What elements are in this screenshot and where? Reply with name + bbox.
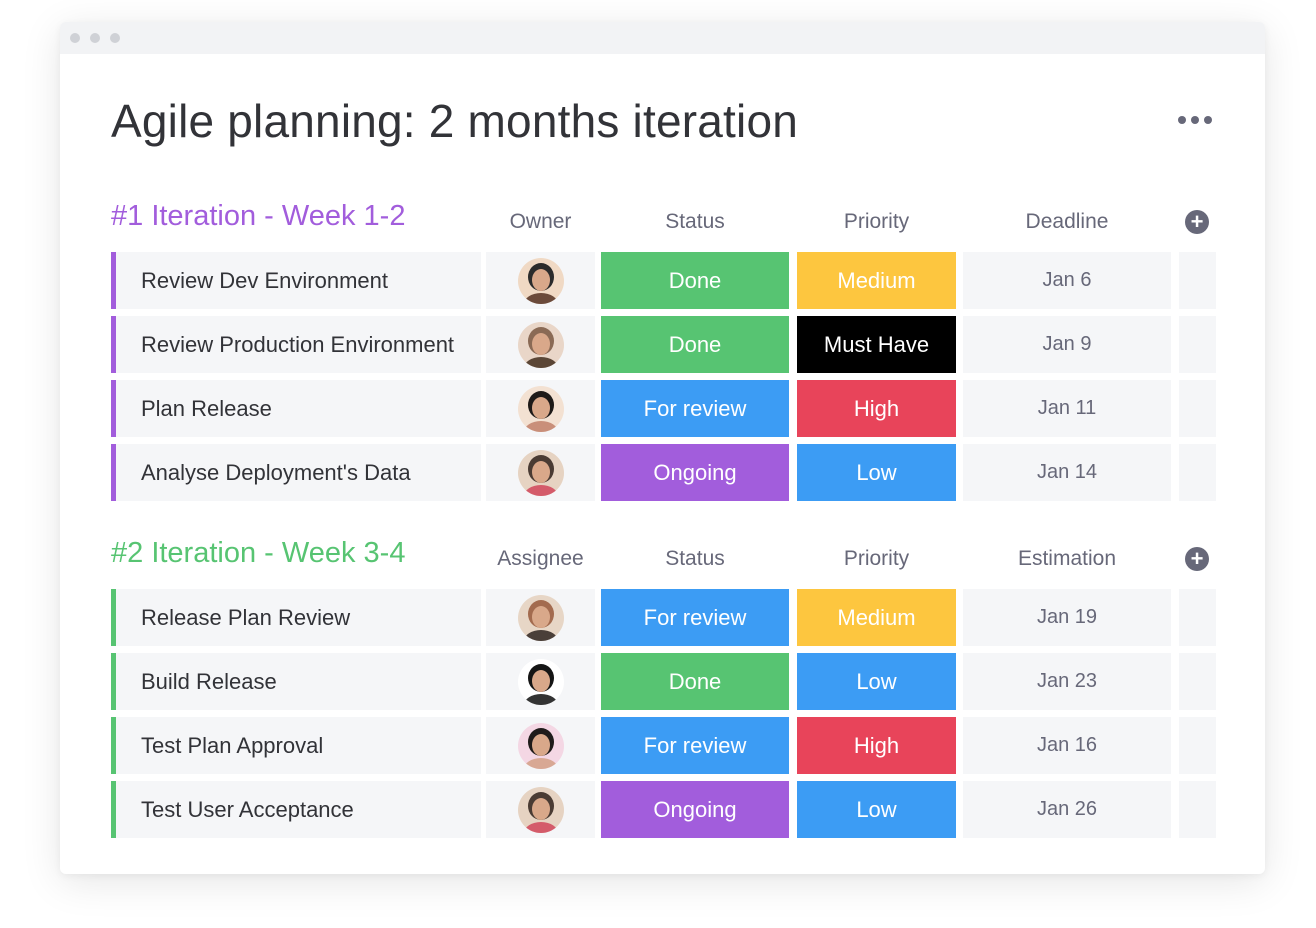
avatar[interactable] [517,594,564,641]
empty-cell [1179,653,1216,710]
column-header-priority[interactable]: Priority [797,210,956,234]
empty-cell [1179,589,1216,646]
date-cell[interactable]: Jan 23 [963,653,1171,710]
item-name-cell[interactable]: Test Plan Approval [111,717,481,774]
table-row: Build Release Done Low Jan 23 [111,653,1221,710]
empty-cell [1179,380,1216,437]
owner-cell [486,653,595,710]
priority-label[interactable]: High [797,380,956,437]
priority-label[interactable]: High [797,717,956,774]
window-titlebar [60,22,1265,54]
empty-cell [1179,316,1216,373]
table-row: Test Plan Approval For review High Jan 16 [111,717,1221,774]
item-name-cell[interactable]: Review Dev Environment [111,252,481,309]
date-cell[interactable]: Jan 16 [963,717,1171,774]
item-name-cell[interactable]: Test User Acceptance [111,781,481,838]
priority-label[interactable]: Must Have [797,316,956,373]
status-label[interactable]: Done [601,252,789,309]
status-label[interactable]: Done [601,316,789,373]
board-window: Agile planning: 2 months iteration #1 It… [60,22,1265,874]
avatar[interactable] [517,786,564,833]
item-name-cell[interactable]: Analyse Deployment's Data [111,444,481,501]
owner-cell [486,444,595,501]
table-row: Plan Release For review High Jan 11 [111,380,1221,437]
date-cell[interactable]: Jan 19 [963,589,1171,646]
date-cell[interactable]: Jan 6 [963,252,1171,309]
item-name-cell[interactable]: Build Release [111,653,481,710]
more-options-icon[interactable] [1178,110,1218,130]
status-label[interactable]: For review [601,589,789,646]
group-title[interactable]: #1 Iteration - Week 1-2 [111,200,405,233]
add-column-icon[interactable]: + [1185,210,1209,234]
date-cell[interactable]: Jan 9 [963,316,1171,373]
add-column-icon[interactable]: + [1185,547,1209,571]
page-title: Agile planning: 2 months iteration [111,95,799,147]
priority-label[interactable]: Medium [797,252,956,309]
status-label[interactable]: For review [601,380,789,437]
owner-cell [486,717,595,774]
table-row: Review Dev Environment Done Medium Jan 6 [111,252,1221,309]
empty-cell [1179,444,1216,501]
column-header-owner[interactable]: Owner [486,210,595,234]
avatar[interactable] [517,722,564,769]
date-cell[interactable]: Jan 26 [963,781,1171,838]
avatar[interactable] [517,385,564,432]
table-row: Analyse Deployment's Data Ongoing Low Jan 1… [111,444,1221,501]
owner-cell [486,589,595,646]
table-row: Release Plan Review For review Medium Jan 1… [111,589,1221,646]
priority-label[interactable]: Low [797,653,956,710]
owner-cell [486,252,595,309]
date-cell[interactable]: Jan 11 [963,380,1171,437]
column-header-assignee[interactable]: Assignee [486,547,595,571]
table-row: Review Production Environment Done Must Ha… [111,316,1221,373]
owner-cell [486,316,595,373]
column-header-deadline[interactable]: Deadline [963,210,1171,234]
item-name-cell[interactable]: Plan Release [111,380,481,437]
window-dot-icon [90,33,100,43]
empty-cell [1179,781,1216,838]
owner-cell [486,380,595,437]
empty-cell [1179,252,1216,309]
avatar[interactable] [517,257,564,304]
item-name-cell[interactable]: Release Plan Review [111,589,481,646]
group-title[interactable]: #2 Iteration - Week 3-4 [111,537,405,570]
avatar[interactable] [517,658,564,705]
status-label[interactable]: Done [601,653,789,710]
column-header-status[interactable]: Status [601,210,789,234]
table-row: Test User Acceptance Ongoing Low Jan 26 [111,781,1221,838]
status-label[interactable]: For review [601,717,789,774]
column-header-status[interactable]: Status [601,547,789,571]
date-cell[interactable]: Jan 14 [963,444,1171,501]
empty-cell [1179,717,1216,774]
avatar[interactable] [517,449,564,496]
priority-label[interactable]: Medium [797,589,956,646]
owner-cell [486,781,595,838]
column-header-estimation[interactable]: Estimation [963,547,1171,571]
status-label[interactable]: Ongoing [601,781,789,838]
avatar[interactable] [517,321,564,368]
item-name-cell[interactable]: Review Production Environment [111,316,481,373]
priority-label[interactable]: Low [797,781,956,838]
window-dot-icon [70,33,80,43]
priority-label[interactable]: Low [797,444,956,501]
window-dot-icon [110,33,120,43]
column-header-priority[interactable]: Priority [797,547,956,571]
status-label[interactable]: Ongoing [601,444,789,501]
